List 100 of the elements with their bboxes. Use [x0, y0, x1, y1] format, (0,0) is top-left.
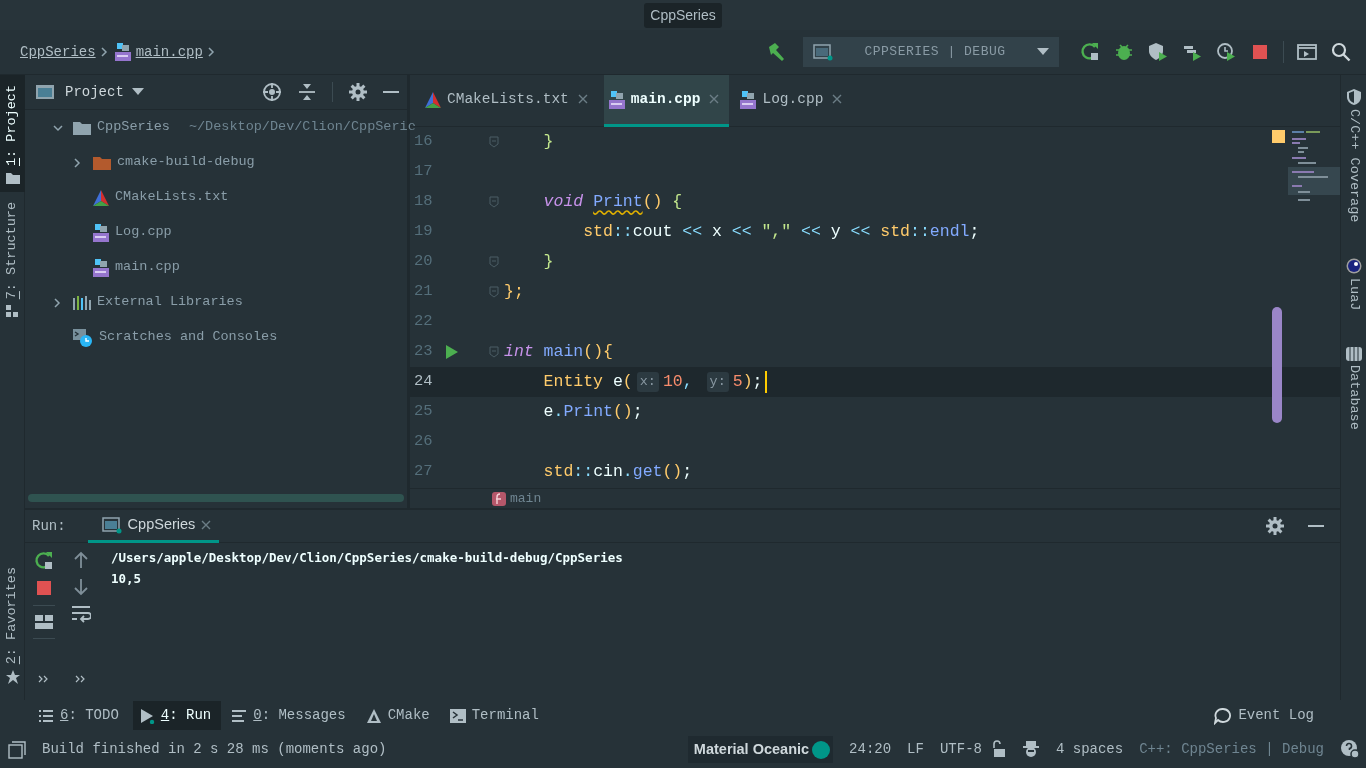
- window-icon: [813, 43, 833, 61]
- close-icon[interactable]: [577, 93, 588, 104]
- help-gear-icon[interactable]: [1340, 739, 1360, 760]
- settings-icon[interactable]: [349, 83, 367, 101]
- tree-item[interactable]: cmake-build-debug: [25, 145, 407, 180]
- tree-item[interactable]: CMakeLists.txt: [25, 180, 407, 215]
- line-number: 18: [413, 191, 434, 213]
- tool-window-tab[interactable]: 1: Project: [0, 75, 25, 193]
- tool-window-tab[interactable]: LuaJ: [1343, 258, 1364, 311]
- tool-window-tab[interactable]: Database: [1343, 346, 1364, 430]
- bug-icon: [1114, 42, 1134, 62]
- collapse-icon[interactable]: [298, 82, 316, 102]
- scrollbar-thumb[interactable]: [1272, 307, 1282, 423]
- soft-wrap-icon[interactable]: [70, 605, 91, 623]
- code-line: int main(){: [504, 340, 613, 363]
- minimize-icon[interactable]: [383, 90, 399, 94]
- tool-window-button[interactable]: Terminal: [443, 701, 549, 730]
- warning-marker[interactable]: [1272, 130, 1285, 143]
- line-number: 21: [413, 281, 434, 303]
- messages-icon: [231, 707, 248, 724]
- line-number: 20: [413, 251, 434, 273]
- down-arrow-icon[interactable]: [73, 578, 88, 596]
- theme-widget[interactable]: Material Oceanic: [687, 735, 834, 764]
- database-icon: [1345, 346, 1362, 361]
- line-number: 25: [413, 401, 434, 423]
- stop-icon[interactable]: [35, 580, 52, 596]
- minimize-icon[interactable]: [1308, 524, 1324, 528]
- shield-icon: [1346, 89, 1361, 105]
- scrollbar[interactable]: [28, 494, 404, 502]
- panel-title: Run:: [32, 516, 66, 536]
- breadcrumb-item[interactable]: main.cpp: [135, 41, 203, 63]
- tool-windows-icon[interactable]: [8, 740, 26, 759]
- settings-icon[interactable]: [1266, 517, 1284, 535]
- tree-item[interactable]: Scratches and Consoles: [25, 320, 407, 355]
- clock-play-icon: [1216, 42, 1236, 62]
- todo-icon: [38, 707, 54, 724]
- line-number: 16: [414, 132, 434, 153]
- tool-window-button[interactable]: 6: TODO: [32, 701, 129, 730]
- tree-item[interactable]: Log.cpp: [25, 215, 407, 250]
- code-line: void Print() {: [542, 190, 683, 213]
- folder-icon: [5, 172, 20, 185]
- more-icon[interactable]: [37, 673, 50, 684]
- layout-icon[interactable]: [34, 615, 53, 629]
- view-dropdown[interactable]: Project: [59, 80, 150, 104]
- console-output-line: 10,5: [111, 570, 143, 588]
- tree-item[interactable]: main.cpp: [25, 250, 407, 285]
- up-arrow-icon[interactable]: [73, 551, 88, 569]
- code-line: std::cout << x << "," << y << std::endl;: [582, 220, 980, 243]
- rerun-icon[interactable]: [33, 551, 54, 571]
- tool-window-button[interactable]: 4: Run: [132, 701, 222, 730]
- more-icon[interactable]: [74, 673, 87, 684]
- close-icon[interactable]: [832, 93, 843, 104]
- folder-icon: [72, 119, 92, 136]
- event-log-button[interactable]: Event Log: [1208, 701, 1324, 730]
- locate-icon[interactable]: [262, 82, 282, 102]
- structure-icon: [5, 305, 20, 318]
- console-window-icon: [1297, 42, 1317, 62]
- chevron-icon: [206, 46, 217, 58]
- tool-window-button[interactable]: 0: Messages: [225, 701, 356, 730]
- tool-window-tab[interactable]: 2: Favorites: [0, 556, 25, 692]
- inspector-icon[interactable]: [1021, 740, 1040, 759]
- line-separator[interactable]: LF: [907, 739, 924, 760]
- tool-window-tab[interactable]: C/C++ Coverage: [1343, 89, 1364, 223]
- tool-window-button[interactable]: CMake: [359, 701, 440, 730]
- libraries-icon: [72, 294, 92, 311]
- editor-tab[interactable]: CMakeLists.txt: [420, 75, 598, 127]
- editor-tab[interactable]: main.cpp: [603, 75, 730, 127]
- line-number: 22: [413, 311, 434, 333]
- star-icon: [5, 670, 20, 684]
- status-message: Build finished in 2 s 28 ms (moments ago): [42, 740, 387, 759]
- console-output-line: /Users/apple/Desktop/Dev/Clion/CppSeries/cmake-build-debug/CppSeries: [111, 549, 623, 567]
- window-icon: [101, 515, 122, 534]
- indent-setting[interactable]: 4 spaces: [1055, 739, 1124, 760]
- code-line: }: [542, 130, 554, 153]
- folder-icon: [92, 154, 112, 171]
- run-tab[interactable]: CppSeries: [87, 510, 220, 543]
- code-line: Entity e( x: 10, y: 5);: [542, 370, 763, 395]
- code-line: e.Print();: [542, 400, 643, 423]
- line-number: 17: [413, 161, 434, 183]
- file-encoding[interactable]: UTF-8: [939, 739, 982, 760]
- line-number: 23: [413, 341, 434, 363]
- function-icon: [492, 491, 506, 506]
- panel-icon: [35, 84, 55, 100]
- breadcrumb-item[interactable]: CppSeries: [20, 41, 96, 63]
- scratches-icon: [72, 327, 94, 348]
- code-line: };: [504, 280, 524, 303]
- line-number: 26: [413, 431, 434, 453]
- cmake-icon: [365, 707, 382, 724]
- editor-tab[interactable]: Log.cpp: [735, 75, 853, 127]
- close-icon[interactable]: [201, 519, 212, 530]
- code-line: }: [542, 250, 554, 273]
- tree-item[interactable]: External Libraries: [25, 285, 407, 320]
- line-number: 19: [413, 221, 434, 243]
- run-gutter-icon[interactable]: [446, 345, 458, 359]
- tool-window-tab[interactable]: 7: Structure: [0, 192, 25, 326]
- run-configuration-dropdown[interactable]: CPPSERIES | DEBUG: [803, 37, 1059, 67]
- caret-icon: [1037, 48, 1049, 56]
- search-icon: [1331, 42, 1351, 62]
- cpp-file-icon: [92, 258, 110, 277]
- caret-position[interactable]: 24:20: [849, 739, 892, 760]
